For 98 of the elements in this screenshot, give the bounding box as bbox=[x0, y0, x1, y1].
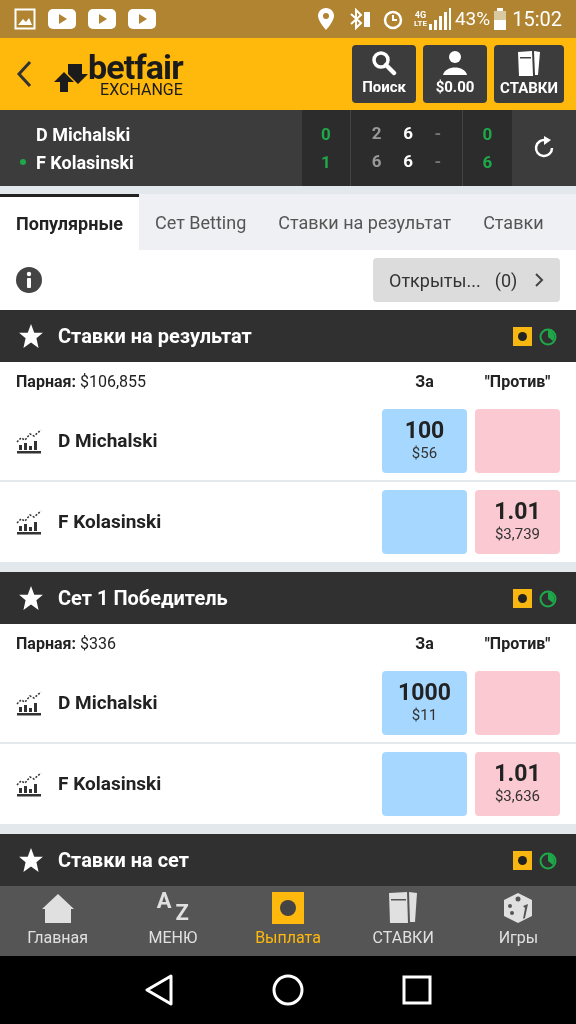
odds-value: 1.01 bbox=[494, 762, 541, 786]
lay-odds-cell[interactable] bbox=[475, 409, 560, 473]
star-icon[interactable] bbox=[18, 585, 44, 611]
back-header: За bbox=[414, 633, 435, 655]
cashout-icon bbox=[272, 892, 304, 924]
sets-score: 1 bbox=[321, 151, 331, 174]
star-icon[interactable] bbox=[18, 323, 44, 349]
nav-item[interactable]: Выплата bbox=[230, 886, 346, 956]
location-icon bbox=[318, 8, 334, 30]
dice-icon bbox=[502, 892, 535, 924]
chart-icon[interactable] bbox=[16, 509, 42, 535]
video-icon bbox=[88, 9, 116, 29]
header-button[interactable]: СТАВКИ bbox=[494, 45, 564, 103]
nav-item[interactable]: Игры bbox=[460, 886, 576, 956]
tab[interactable]: Сет Betting bbox=[139, 194, 263, 250]
info-icon[interactable] bbox=[16, 267, 42, 293]
runner-name: F Kolasinski bbox=[58, 770, 163, 797]
open-bets-button[interactable]: Открыты... (0) bbox=[373, 258, 560, 302]
back-icon[interactable] bbox=[14, 59, 34, 89]
previous-set-score: 2 bbox=[371, 122, 382, 146]
nav-item[interactable]: Главная bbox=[0, 886, 116, 956]
clock: 15:02 bbox=[512, 6, 562, 33]
in-play-icon bbox=[513, 326, 532, 346]
player-name: D Michalski bbox=[36, 122, 131, 147]
market-title: Ставки на сет bbox=[58, 847, 190, 874]
bet-slip-icon bbox=[387, 890, 420, 924]
nav-item[interactable]: A Z МЕНЮ bbox=[115, 886, 231, 956]
video-icon bbox=[48, 9, 76, 29]
back-odds-cell[interactable]: 100 $56 bbox=[382, 409, 467, 473]
odds-amount: $3,739 bbox=[494, 525, 541, 544]
search-icon bbox=[371, 49, 398, 76]
back-odds-cell[interactable] bbox=[382, 490, 467, 554]
back-icon[interactable] bbox=[144, 974, 174, 1006]
header-button[interactable]: $0.00 bbox=[423, 45, 488, 103]
score-separator: - bbox=[434, 150, 442, 174]
person-icon bbox=[442, 49, 469, 76]
odds-amount: $11 bbox=[411, 706, 438, 725]
timer-icon bbox=[538, 588, 558, 608]
chart-icon[interactable] bbox=[16, 428, 42, 454]
matched-amount: Парная: $106,855 bbox=[16, 371, 147, 393]
back-odds-cell[interactable] bbox=[382, 752, 467, 816]
nav-item[interactable]: СТАВКИ bbox=[345, 886, 461, 956]
points-score: 0 bbox=[482, 123, 493, 146]
runner-name: D Michalski bbox=[58, 689, 159, 716]
market-title: Сет 1 Победитель bbox=[58, 585, 229, 612]
image-icon bbox=[14, 8, 36, 30]
in-play-icon bbox=[513, 850, 532, 870]
video-icon bbox=[128, 9, 156, 29]
odds-value: 1.01 bbox=[494, 500, 541, 524]
network-indicator: 4G LTE bbox=[414, 10, 427, 28]
runner-name: F Kolasinski bbox=[58, 508, 163, 535]
back-header: За bbox=[414, 371, 435, 393]
back-odds-cell[interactable]: 1000 $11 bbox=[382, 671, 467, 735]
tab[interactable]: Популярные bbox=[0, 194, 139, 250]
chevron-right-icon bbox=[534, 272, 544, 288]
odds-value: 1000 bbox=[398, 681, 451, 705]
points-score: 6 bbox=[482, 151, 493, 174]
tab[interactable]: Ставки на результат bbox=[262, 194, 468, 250]
header-button[interactable]: Поиск bbox=[352, 45, 417, 103]
timer-icon bbox=[538, 850, 558, 870]
sets-score: 0 bbox=[321, 123, 331, 146]
player-name: F Kolasinski bbox=[36, 150, 134, 175]
previous-set-score: 6 bbox=[371, 150, 382, 174]
bet-slip-icon bbox=[516, 48, 542, 77]
market-header[interactable]: Сет 1 Победитель bbox=[0, 572, 576, 624]
matched-amount: Парная: $336 bbox=[16, 633, 117, 655]
logo-arrows-icon bbox=[54, 64, 88, 92]
in-play-icon bbox=[513, 588, 532, 608]
lay-header: "Против" bbox=[483, 633, 552, 655]
az-icon: A Z bbox=[154, 890, 191, 924]
chart-icon[interactable] bbox=[16, 771, 42, 797]
runner-name: D Michalski bbox=[58, 427, 159, 454]
odds-amount: $56 bbox=[411, 444, 438, 463]
lay-odds-cell[interactable] bbox=[475, 671, 560, 735]
star-icon[interactable] bbox=[18, 847, 44, 873]
recents-icon[interactable] bbox=[402, 975, 432, 1005]
odds-amount: $3,636 bbox=[494, 787, 541, 806]
alarm-icon bbox=[382, 8, 404, 30]
market-header[interactable]: Ставки на сет bbox=[0, 834, 576, 886]
battery-icon bbox=[494, 8, 507, 30]
odds-value: 100 bbox=[404, 419, 445, 443]
bluetooth-icon bbox=[348, 8, 372, 30]
lay-header: "Против" bbox=[483, 371, 552, 393]
lay-odds-cell[interactable]: 1.01 $3,636 bbox=[475, 752, 560, 816]
logo-text: betfair bbox=[88, 50, 183, 84]
lay-odds-cell[interactable]: 1.01 $3,739 bbox=[475, 490, 560, 554]
tab[interactable]: Ставки bbox=[467, 194, 560, 250]
games-score: 6 bbox=[403, 150, 413, 174]
market-header[interactable]: Ставки на результат bbox=[0, 310, 576, 362]
home-icon[interactable] bbox=[272, 974, 304, 1006]
games-score: 6 bbox=[403, 122, 413, 146]
battery-percent: 43% bbox=[454, 5, 491, 32]
timer-icon bbox=[538, 326, 558, 346]
logo-subtext: EXCHANGE bbox=[100, 82, 183, 98]
market-title: Ставки на результат bbox=[58, 323, 253, 350]
chart-icon[interactable] bbox=[16, 690, 42, 716]
score-separator: - bbox=[434, 122, 442, 146]
signal-icon bbox=[428, 8, 451, 30]
